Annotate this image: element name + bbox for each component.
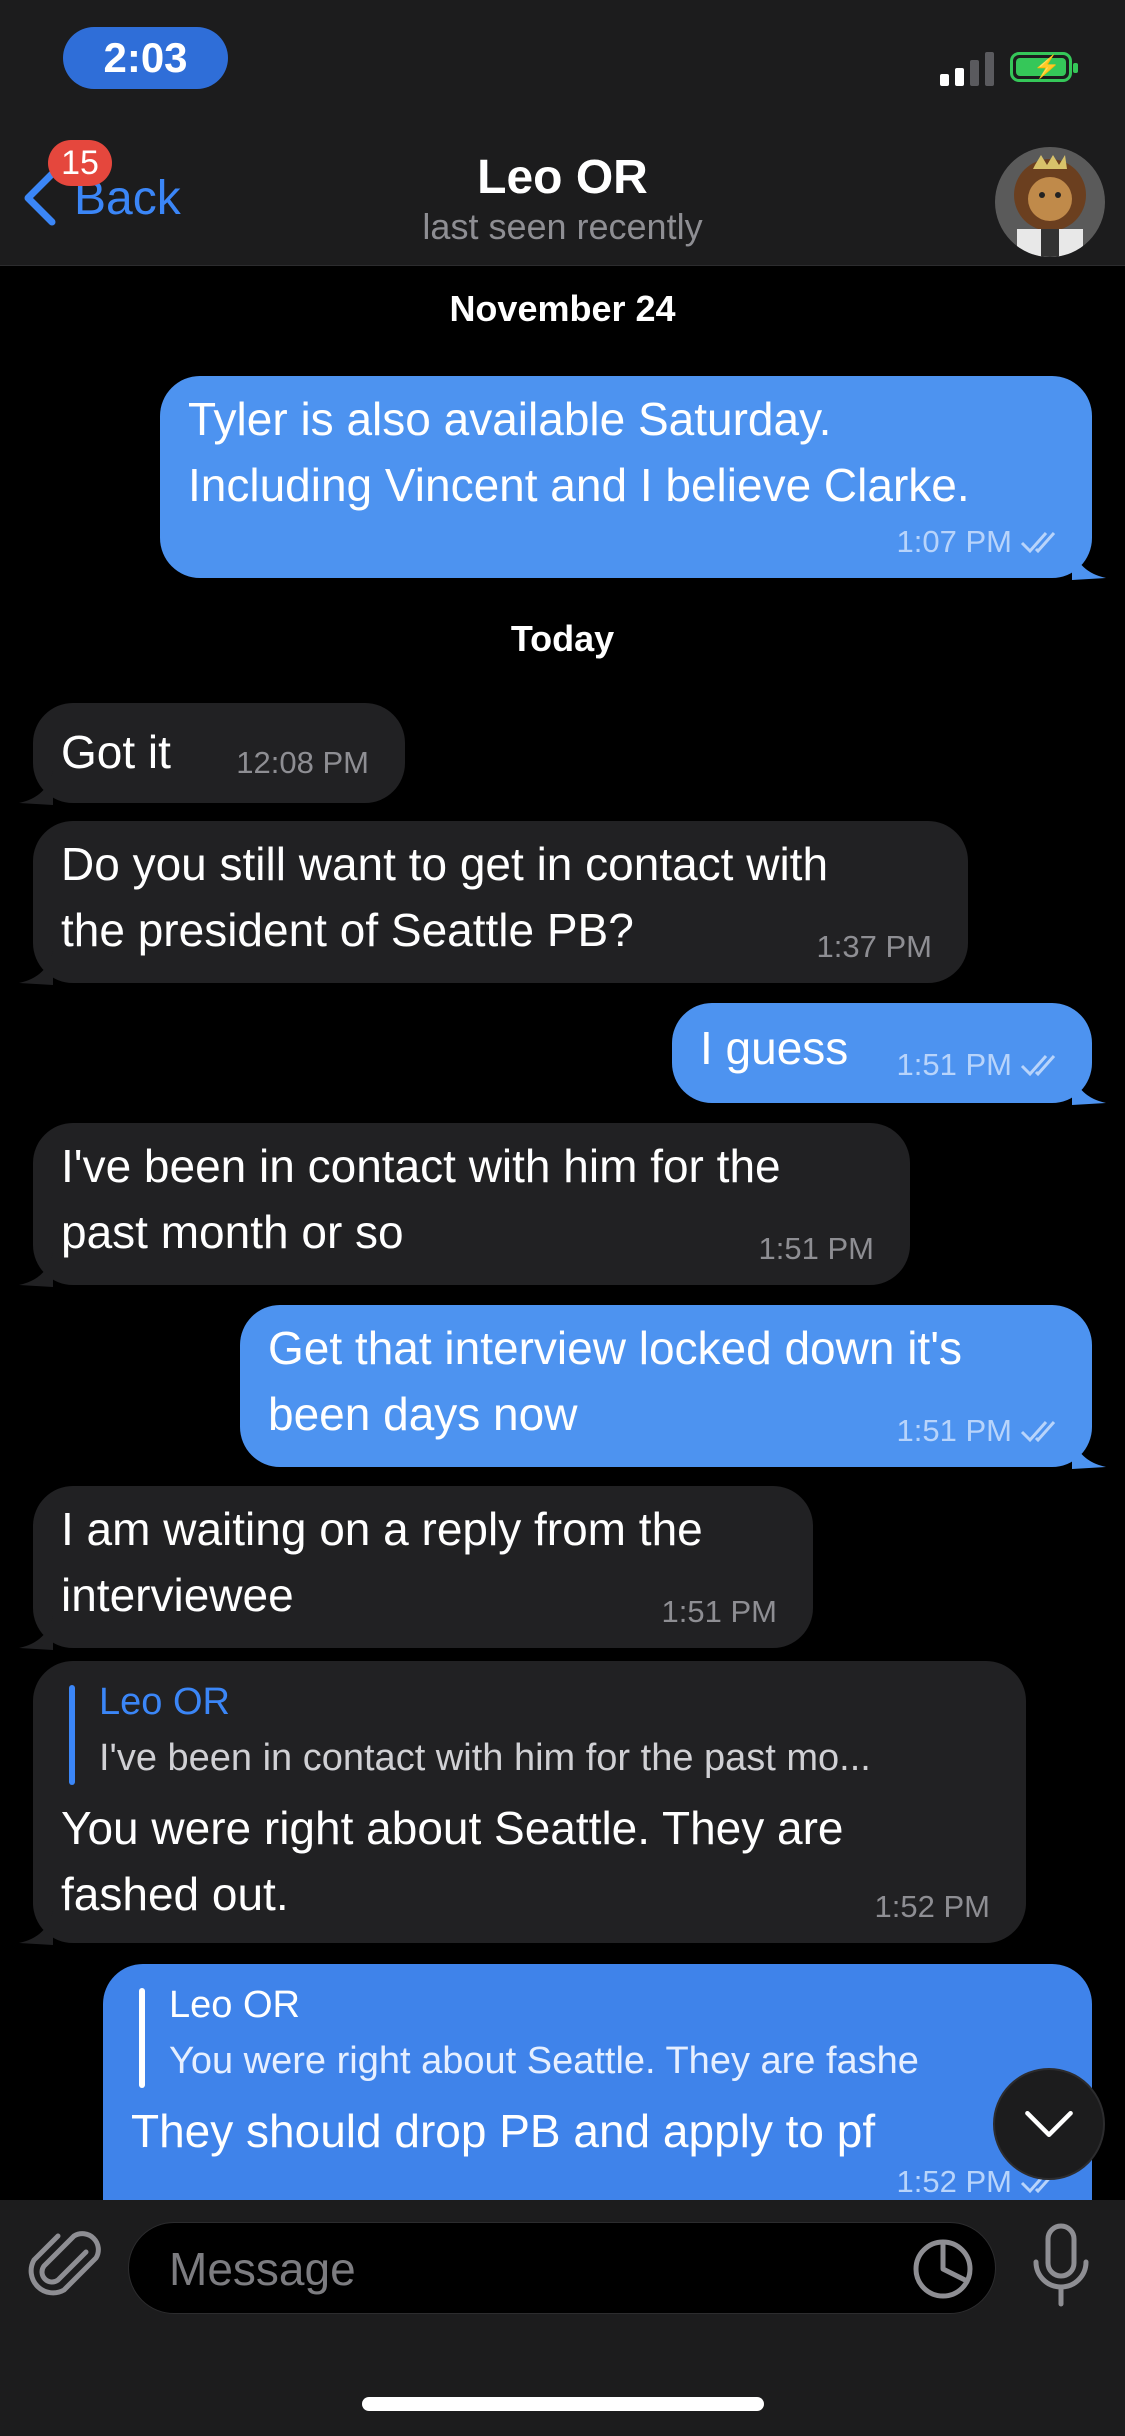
message-incoming[interactable]: I've been in contact with him for the pa…: [19, 1123, 910, 1287]
message-outgoing[interactable]: Tyler is also available Saturday. Includ…: [160, 376, 1106, 580]
message-time: 1:52 PM: [896, 2164, 1012, 2199]
date-separator: November 24: [449, 288, 676, 329]
message-outgoing[interactable]: I guess 1:51 PM: [672, 1003, 1106, 1105]
message-incoming-reply[interactable]: Leo OR I've been in contact with him for…: [19, 1661, 1026, 1945]
status-bar: 2:03 ⚡: [0, 0, 1125, 130]
unread-count-badge: 15: [48, 140, 112, 186]
reply-author: Leo OR: [169, 1984, 300, 2026]
message-text: They should drop PB and apply to pf: [131, 2105, 876, 2157]
contact-name[interactable]: Leo OR: [0, 150, 1125, 205]
message-text: Do you still want to get in contact with…: [61, 838, 829, 956]
bubble-tail: [1072, 546, 1106, 580]
message-list[interactable]: November 24 Tyler is also available Satu…: [0, 266, 1125, 2200]
home-indicator[interactable]: [362, 2397, 764, 2411]
message-time: 1:07 PM: [896, 524, 1012, 559]
double-check-icon: [1020, 1421, 1056, 1443]
lion-avatar-image: [995, 147, 1105, 257]
message-text: I am waiting on a reply from the intervi…: [61, 1503, 703, 1621]
bubble-tail: [1072, 1435, 1106, 1469]
sticker-icon[interactable]: [911, 2237, 975, 2301]
contact-status: last seen recently: [422, 206, 703, 247]
status-time: 2:03: [63, 27, 228, 89]
bubble-tail: [19, 951, 53, 985]
chat-header: Back Leo OR last seen recently: [0, 130, 1125, 266]
message-meta: 1:51 PM: [897, 1047, 1064, 1083]
reply-author: Leo OR: [99, 1681, 230, 1723]
message-input[interactable]: [167, 2223, 871, 2315]
message-time: 1:51 PM: [896, 1047, 1012, 1082]
message-text: I've been in contact with him for the pa…: [61, 1140, 781, 1258]
reply-quote-bar: [69, 1685, 75, 1785]
message-time: 1:51 PM: [661, 1594, 777, 1629]
message-time: 1:52 PM: [874, 1889, 990, 1924]
chevron-down-icon: [1025, 2110, 1073, 2138]
reply-quote-bar: [139, 1988, 145, 2088]
message-meta: 1:07 PM: [897, 524, 1064, 560]
message-time: 1:51 PM: [896, 1413, 1012, 1448]
message-input-field[interactable]: [128, 2222, 996, 2315]
message-incoming[interactable]: I am waiting on a reply from the intervi…: [19, 1486, 813, 1650]
microphone-icon[interactable]: [1030, 2222, 1092, 2310]
double-check-icon: [1020, 532, 1056, 554]
message-incoming[interactable]: Do you still want to get in contact with…: [19, 821, 968, 985]
cellular-signal-icon: [940, 50, 994, 86]
scroll-to-bottom-button[interactable]: [993, 2068, 1105, 2180]
message-text: Got it: [61, 726, 171, 778]
bubble-tail: [19, 1911, 53, 1945]
message-text: I guess: [700, 1022, 849, 1074]
avatar[interactable]: [995, 147, 1105, 257]
message-incoming[interactable]: Got it 12:08 PM: [19, 703, 405, 805]
battery-charging-icon: ⚡: [1010, 52, 1078, 82]
message-time: 12:08 PM: [236, 745, 369, 780]
bubble-tail: [1072, 1071, 1106, 1105]
reply-preview: I've been in contact with him for the pa…: [99, 1737, 871, 1779]
bubble-tail: [19, 1616, 53, 1650]
message-outgoing-reply[interactable]: Leo OR You were right about Seattle. The…: [103, 1964, 1092, 2200]
double-check-icon: [1020, 1055, 1056, 1077]
paperclip-icon[interactable]: [28, 2222, 104, 2308]
bubble-tail: [19, 771, 53, 805]
message-text: Tyler is also available Saturday. Includ…: [188, 393, 970, 511]
bubble-tail: [19, 1253, 53, 1287]
message-text: Get that interview locked down it's been…: [268, 1322, 962, 1440]
message-time: 1:51 PM: [758, 1231, 874, 1266]
message-time: 1:37 PM: [816, 929, 932, 964]
message-meta: 1:51 PM: [897, 1413, 1064, 1449]
message-outgoing[interactable]: Get that interview locked down it's been…: [240, 1305, 1106, 1469]
reply-preview: You were right about Seattle. They are f…: [169, 2040, 919, 2082]
message-text: You were right about Seattle. They are f…: [61, 1802, 844, 1920]
date-separator: Today: [510, 618, 615, 659]
